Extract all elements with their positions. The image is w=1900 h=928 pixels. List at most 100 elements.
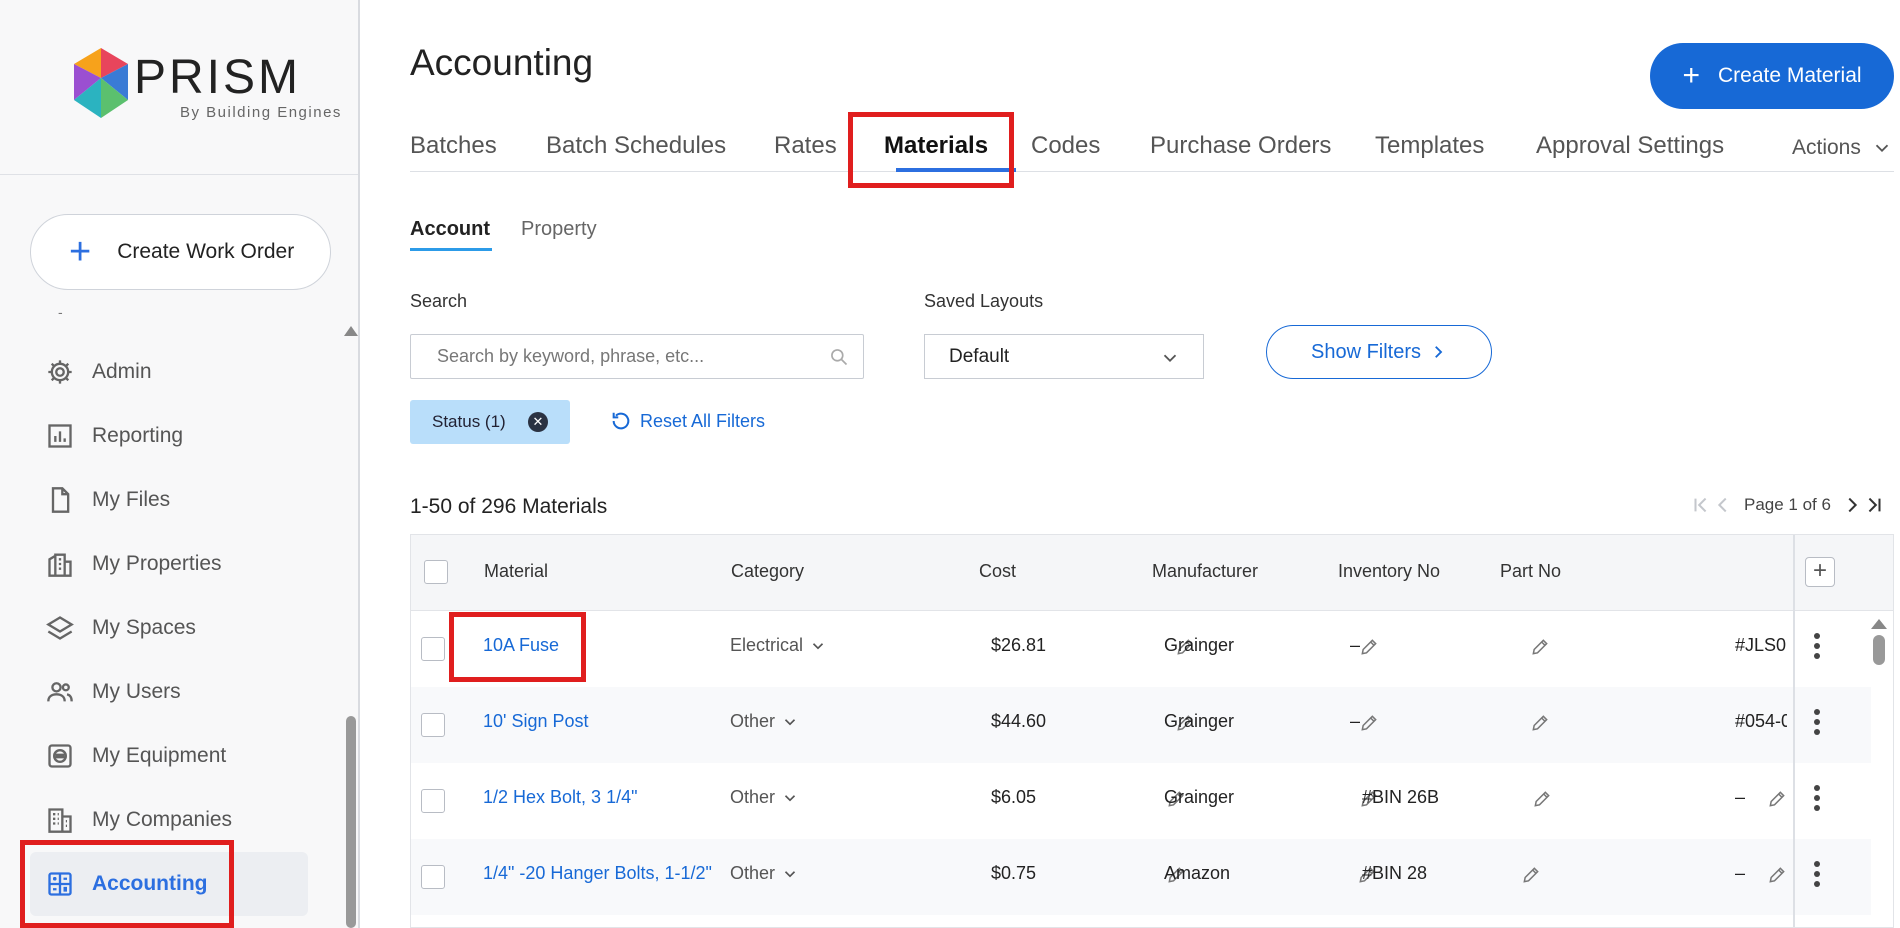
tab-approval-settings[interactable]: Approval Settings [1536, 132, 1724, 160]
create-work-order-button[interactable]: + Create Work Order [30, 214, 331, 290]
tab-codes[interactable]: Codes [1031, 132, 1100, 160]
chevron-right-icon [1435, 346, 1443, 358]
row-more-menu-icon[interactable] [1805, 629, 1829, 669]
status-filter-chip[interactable]: Status (1) ✕ [410, 400, 570, 444]
tab-materials[interactable]: Materials [884, 132, 988, 160]
column-header-cost[interactable]: Cost [979, 561, 1016, 582]
brand-name: PRISM [134, 51, 302, 104]
prism-logo[interactable]: PRISM By Building Engines [72, 48, 342, 121]
table-scroll-up-arrow-icon[interactable] [1871, 619, 1887, 629]
category-dropdown[interactable]: Electrical [730, 635, 827, 656]
cost-value: $0.75 [991, 863, 1037, 883]
collapsed-section-dash: - [58, 304, 63, 320]
column-header-category[interactable]: Category [731, 561, 804, 582]
search-icon[interactable] [829, 347, 849, 367]
bar-chart-icon [48, 424, 72, 448]
plus-icon: + [69, 231, 92, 273]
select-all-checkbox[interactable] [424, 560, 448, 584]
edit-manufacturer-pencil-icon[interactable] [1359, 637, 1379, 657]
inventory-value: #BIN 26B [1362, 787, 1440, 807]
category-dropdown[interactable]: Other [730, 863, 799, 884]
column-header-inventory-no[interactable]: Inventory No [1338, 561, 1440, 582]
sidebar-item-my-properties[interactable]: My Properties [30, 532, 320, 596]
last-page-icon[interactable] [1863, 492, 1885, 518]
edit-part-no-pencil-icon[interactable] [1767, 865, 1787, 885]
close-icon[interactable]: ✕ [528, 412, 548, 432]
next-page-icon[interactable] [1841, 492, 1863, 518]
add-column-button[interactable]: + [1805, 557, 1835, 587]
edit-inventory-pencil-icon[interactable] [1530, 713, 1550, 733]
table-header: Material Category Cost Manufacturer Inve… [411, 535, 1893, 611]
row-checkbox[interactable] [421, 713, 445, 737]
table-scroll-thumb[interactable] [1873, 635, 1885, 665]
cost-value: $44.60 [991, 711, 1047, 731]
page-title: Accounting [410, 42, 594, 83]
prev-page-icon[interactable] [1712, 492, 1734, 518]
tab-templates[interactable]: Templates [1375, 132, 1484, 160]
row-more-menu-icon[interactable] [1805, 705, 1829, 745]
column-header-material[interactable]: Material [484, 561, 548, 582]
edit-part-no-pencil-icon[interactable] [1767, 789, 1787, 809]
edit-inventory-pencil-icon[interactable] [1521, 865, 1541, 885]
file-icon [51, 487, 70, 513]
cost-value: $26.81 [991, 635, 1047, 655]
actions-dropdown[interactable]: Actions [1792, 136, 1893, 160]
sidebar-divider [0, 174, 358, 175]
sidebar-item-admin[interactable]: Admin [30, 340, 320, 404]
sidebar-item-label: My Files [92, 488, 171, 511]
buildings-icon [48, 553, 72, 577]
chevron-down-icon [784, 870, 796, 877]
manufacturer-value: Amazon [1164, 863, 1231, 883]
inventory-value: – [1350, 711, 1361, 731]
edit-manufacturer-pencil-icon[interactable] [1359, 713, 1379, 733]
category-dropdown[interactable]: Other [730, 787, 799, 808]
sidebar-scroll-thumb[interactable] [346, 716, 356, 928]
users-icon [47, 682, 73, 702]
material-link[interactable]: 10A Fuse [483, 635, 559, 656]
search-input[interactable] [437, 346, 817, 367]
material-link[interactable]: 1/4" -20 Hanger Bolts, 1-1/2" [483, 863, 712, 884]
tab-rates[interactable]: Rates [774, 132, 837, 160]
sidebar-item-my-files[interactable]: My Files [30, 468, 320, 532]
saved-layouts-value: Default [949, 345, 1010, 367]
search-label: Search [410, 291, 468, 311]
plus-icon: + [1682, 59, 1700, 92]
category-dropdown[interactable]: Other [730, 711, 799, 732]
sidebar-item-reporting[interactable]: Reporting [30, 404, 320, 468]
sidebar-item-accounting[interactable]: Accounting [30, 852, 308, 916]
manufacturer-value: Grainger [1164, 635, 1235, 655]
table-row: 10' Sign Post Other $44.60 Grainger – #0… [411, 687, 1871, 763]
saved-layouts-select[interactable]: Default [924, 334, 1204, 379]
sidebar-item-label: Accounting [92, 872, 208, 895]
column-header-part-no[interactable]: Part No [1500, 561, 1561, 582]
sidebar-item-my-spaces[interactable]: My Spaces [30, 596, 320, 660]
chevron-down-icon [1875, 144, 1889, 153]
column-header-manufacturer[interactable]: Manufacturer [1152, 561, 1258, 582]
sidebar-item-my-companies[interactable]: My Companies [30, 788, 320, 852]
tab-batch-schedules[interactable]: Batch Schedules [546, 132, 726, 160]
row-checkbox[interactable] [421, 637, 445, 661]
create-material-button[interactable]: + Create Material [1650, 43, 1894, 109]
subtab-account[interactable]: Account [410, 218, 490, 241]
show-filters-button[interactable]: Show Filters [1266, 325, 1492, 379]
subtab-property[interactable]: Property [521, 218, 597, 241]
scroll-up-arrow-icon[interactable] [344, 326, 358, 336]
row-more-menu-icon[interactable] [1805, 857, 1829, 897]
edit-inventory-pencil-icon[interactable] [1532, 789, 1552, 809]
first-page-icon[interactable] [1690, 492, 1712, 518]
row-checkbox[interactable] [421, 865, 445, 889]
row-checkbox[interactable] [421, 789, 445, 813]
reset-all-filters-link[interactable]: Reset All Filters [610, 410, 765, 432]
tab-purchase-orders[interactable]: Purchase Orders [1150, 132, 1331, 160]
material-link[interactable]: 10' Sign Post [483, 711, 589, 732]
sidebar-item-my-users[interactable]: My Users [30, 660, 320, 724]
material-link[interactable]: 1/2 Hex Bolt, 3 1/4" [483, 787, 637, 808]
saved-layouts-label: Saved Layouts [924, 291, 1044, 311]
row-more-menu-icon[interactable] [1805, 781, 1829, 821]
edit-inventory-pencil-icon[interactable] [1530, 637, 1550, 657]
category-value: Other [730, 863, 776, 883]
sidebar-item-my-equipment[interactable]: My Equipment [30, 724, 320, 788]
table-row: 1/2 Hex Bolt, 3 1/4" Other $6.05 Grainge… [411, 763, 1871, 839]
reset-icon [612, 412, 630, 430]
tab-batches[interactable]: Batches [410, 132, 497, 160]
